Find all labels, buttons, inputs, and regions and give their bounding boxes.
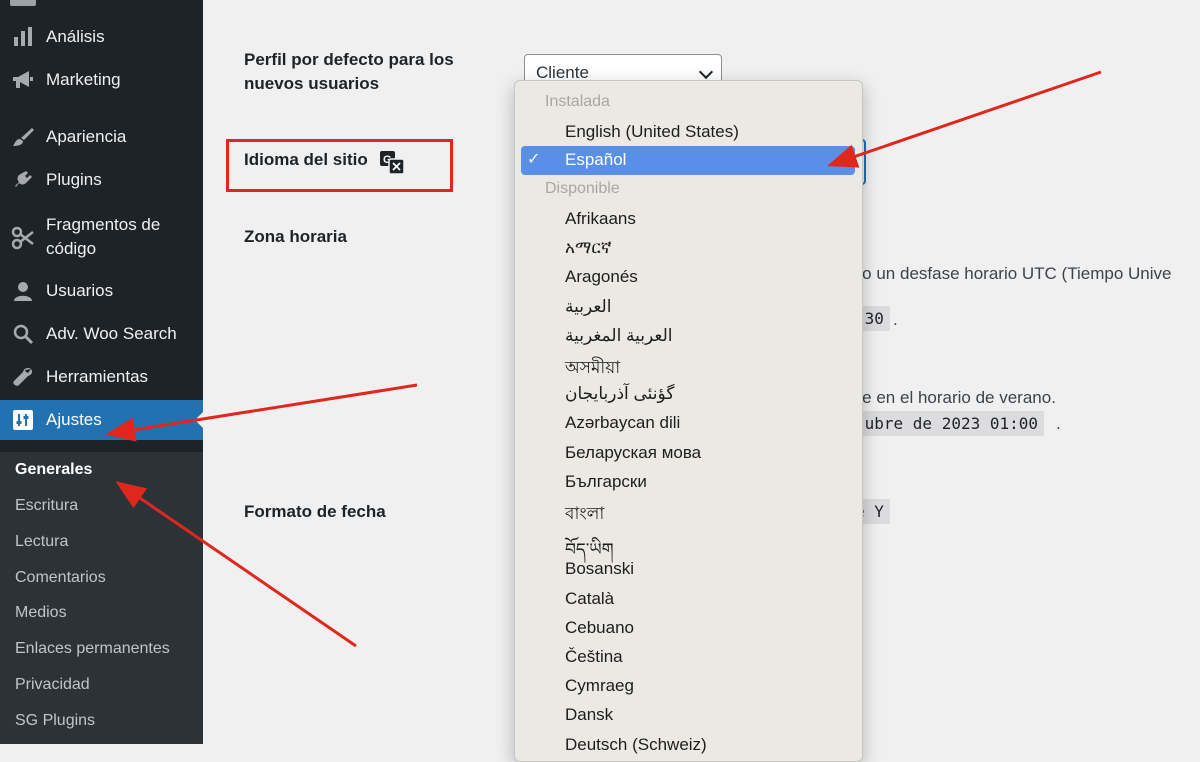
language-option[interactable]: Aragonés: [565, 267, 638, 287]
utc-period: .: [893, 310, 898, 329]
sidebar-item-label: Plugins: [46, 170, 102, 189]
sidebar-item-ajustes[interactable]: Ajustes: [0, 400, 203, 440]
paintbrush-icon: [10, 124, 36, 150]
megaphone-icon: [10, 67, 36, 93]
group-header-installed: Instalada: [545, 93, 610, 110]
sidebar-item-adv-woo-search[interactable]: Adv. Woo Search: [0, 314, 203, 354]
date-format-label: Formato de fecha: [244, 502, 386, 521]
default-role-label-line2: nuevos usuarios: [244, 74, 380, 93]
scissors-icon: [10, 225, 36, 251]
checkmark-icon: ✓: [527, 151, 541, 168]
sidebar-item-label: Ajustes: [46, 410, 102, 429]
language-option[interactable]: Afrikaans: [565, 209, 636, 229]
sidebar-item-marketing[interactable]: Marketing: [0, 60, 203, 100]
sidebar-item-label: Marketing: [46, 70, 121, 89]
timezone-label: Zona horaria: [244, 227, 347, 246]
dst-date-value: tubre de 2023 01:00: [853, 411, 1045, 436]
submenu-item-sg-plugins[interactable]: SG Plugins: [15, 712, 95, 730]
language-option[interactable]: বাংলা: [565, 501, 604, 529]
plug-icon: [10, 167, 36, 193]
sidebar-item-label: Herramientas: [46, 367, 149, 386]
language-option[interactable]: Català: [565, 589, 614, 609]
language-option[interactable]: Cymraeg: [565, 676, 634, 696]
sidebar-item-usuarios[interactable]: Usuarios: [0, 271, 203, 311]
submenu-item-escritura[interactable]: Escritura: [15, 497, 78, 515]
sidebar-item-label: Usuarios: [46, 281, 114, 300]
wrench-icon: [10, 364, 36, 390]
sidebar-item-label: Fragmentos de código: [46, 215, 161, 258]
submenu-item-comentarios[interactable]: Comentarios: [15, 569, 106, 587]
dst-description: nte en el horario de verano.: [848, 388, 1056, 407]
group-header-available: Disponible: [545, 180, 620, 197]
user-icon: [10, 278, 36, 304]
language-option[interactable]: العربية المغربية: [565, 326, 672, 346]
language-option[interactable]: گؤنئی آذربایجان: [565, 384, 674, 404]
language-option[interactable]: Cebuano: [565, 618, 634, 638]
search-icon: [10, 321, 36, 347]
default-role-label-line1: Perfil por defecto para los: [244, 50, 454, 69]
bar-chart-icon: [10, 24, 36, 50]
chevron-down-icon: [698, 64, 714, 80]
sidebar-item-label: Apariencia: [46, 127, 127, 146]
language-option[interactable]: English (United States): [565, 122, 739, 142]
submenu-item-lectura[interactable]: Lectura: [15, 533, 68, 551]
language-option[interactable]: Azərbaycan dili: [565, 413, 680, 433]
language-option[interactable]: العربية: [565, 297, 611, 317]
language-highlight-box: [226, 139, 453, 192]
language-option[interactable]: Български: [565, 472, 647, 492]
submenu-item-enlaces-permanentes[interactable]: Enlaces permanentes: [15, 640, 170, 658]
sidebar-item-label: Adv. Woo Search: [46, 324, 177, 343]
sidebar-item-fragmentos[interactable]: Fragmentos de código: [0, 213, 203, 261]
sidebar-item-apariencia[interactable]: Apariencia: [0, 117, 203, 157]
language-option[interactable]: አማርኛ: [565, 238, 612, 258]
language-option-selected[interactable]: ✓ Español: [521, 146, 855, 175]
language-option[interactable]: Dansk: [565, 705, 613, 725]
settings-submenu: Generales Escritura Lectura Comentarios …: [0, 452, 203, 744]
submenu-item-privacidad[interactable]: Privacidad: [15, 676, 90, 694]
language-option[interactable]: Беларуская мова: [565, 443, 701, 463]
sidebar-item-plugins[interactable]: Plugins: [0, 160, 203, 200]
menu-icon-fragment: [10, 0, 36, 6]
timezone-description: a o un desfase horario UTC (Tiempo Unive: [848, 264, 1172, 283]
language-option[interactable]: Bosanski: [565, 559, 634, 579]
submenu-item-medios[interactable]: Medios: [15, 604, 67, 622]
language-option[interactable]: Čeština: [565, 647, 623, 667]
sidebar-item-analisis[interactable]: Análisis: [0, 17, 203, 57]
admin-sidebar: Análisis Marketing Apariencia Plugins Fr…: [0, 0, 203, 744]
selected-language-label: Español: [565, 150, 627, 169]
sidebar-item-label: Análisis: [46, 27, 105, 46]
submenu-item-generales[interactable]: Generales: [15, 461, 92, 479]
sidebar-item-herramientas[interactable]: Herramientas: [0, 357, 203, 397]
default-role-label: Perfil por defecto para los nuevos usuar…: [244, 48, 454, 96]
arrow-to-espanol: [827, 70, 1102, 168]
language-option[interactable]: অসমীয়া: [565, 355, 620, 383]
dst-period: .: [1056, 414, 1061, 433]
language-option[interactable]: Deutsch (Schweiz): [565, 735, 707, 755]
settings-sliders-icon: [10, 407, 36, 433]
language-dropdown-list[interactable]: Instalada English (United States) ✓ Espa…: [514, 80, 863, 762]
